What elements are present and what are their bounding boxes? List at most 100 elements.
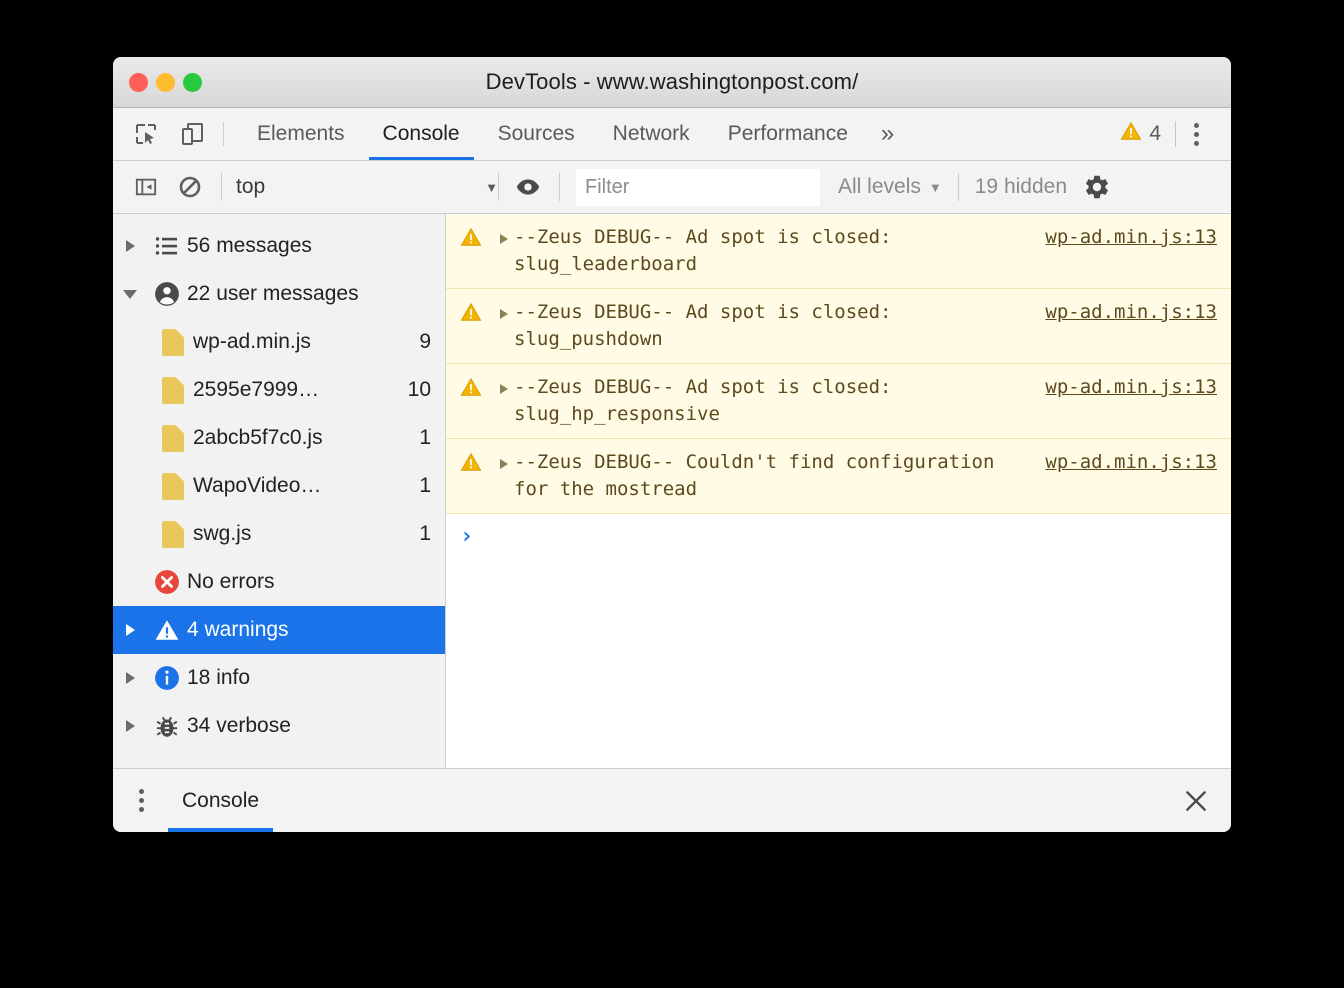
- more-tabs-button[interactable]: »: [867, 108, 908, 160]
- warning-triangle-icon: [147, 617, 187, 643]
- warning-triangle-icon: [460, 374, 494, 403]
- tab-console[interactable]: Console: [364, 108, 479, 160]
- console-sidebar: 56 messages 22 user messages wp-ad.min.j…: [113, 214, 446, 768]
- console-sidebar-toggle-icon[interactable]: [131, 172, 161, 202]
- sidebar-item-file-2abcb5f7c0[interactable]: 2abcb5f7c0.js 1: [113, 414, 445, 462]
- expand-message-icon[interactable]: [494, 224, 514, 244]
- warning-count-badge[interactable]: 4: [1106, 120, 1175, 148]
- disclosure-triangle-icon[interactable]: [113, 720, 147, 732]
- log-level-selector[interactable]: All levels ▼: [838, 175, 942, 199]
- window-controls: [113, 72, 202, 92]
- sidebar-item-count: 1: [419, 522, 431, 545]
- console-message-row[interactable]: --Zeus DEBUG-- Ad spot is closed: slug_l…: [446, 214, 1231, 289]
- settings-gear-icon[interactable]: [1083, 173, 1111, 201]
- chevron-down-icon: ▼: [928, 179, 942, 195]
- window-title: DevTools - www.washingtonpost.com/: [485, 69, 859, 94]
- device-toolbar-icon[interactable]: [177, 119, 207, 149]
- sidebar-item-verbose[interactable]: 34 verbose: [113, 702, 445, 750]
- console-message-row[interactable]: --Zeus DEBUG-- Ad spot is closed: slug_p…: [446, 289, 1231, 364]
- execution-context-selector[interactable]: top ▼: [236, 161, 498, 213]
- expand-message-icon[interactable]: [494, 374, 514, 394]
- sidebar-item-user-messages[interactable]: 22 user messages: [113, 270, 445, 318]
- minimize-window-button[interactable]: [156, 72, 175, 92]
- disclosure-triangle-icon[interactable]: [113, 240, 147, 252]
- drawer-kebab-icon[interactable]: [113, 769, 168, 832]
- close-icon[interactable]: [1161, 769, 1231, 832]
- console-message-source-link[interactable]: wp-ad.min.js:13: [1035, 449, 1231, 476]
- sidebar-item-label: 22 user messages: [187, 282, 359, 305]
- tab-elements[interactable]: Elements: [238, 108, 364, 160]
- sidebar-item-label: 2abcb5f7c0.js: [193, 426, 323, 449]
- sidebar-item-info[interactable]: 18 info: [113, 654, 445, 702]
- disclosure-triangle-icon[interactable]: [113, 289, 147, 299]
- sidebar-item-errors[interactable]: No errors: [113, 558, 445, 606]
- console-messages-list: --Zeus DEBUG-- Ad spot is closed: slug_l…: [446, 214, 1231, 768]
- panel-tabs: Elements Console Sources Network Perform…: [238, 108, 908, 160]
- sidebar-item-label: 18 info: [187, 666, 251, 689]
- inspect-element-icon[interactable]: [131, 119, 161, 149]
- clear-console-icon[interactable]: [175, 172, 205, 202]
- sidebar-item-count: 10: [407, 378, 431, 401]
- sidebar-item-label: No errors: [187, 570, 275, 593]
- file-icon: [153, 376, 193, 404]
- prompt-chevron-icon: ›: [460, 524, 474, 549]
- drawer-tab-console[interactable]: Console: [168, 769, 274, 832]
- expand-message-icon[interactable]: [494, 449, 514, 469]
- console-toolbar: top ▼ All levels ▼ 19 hidden: [113, 161, 1231, 214]
- sidebar-item-file-wapovideo[interactable]: WapoVideo… 1: [113, 462, 445, 510]
- panel-tab-bar: Elements Console Sources Network Perform…: [113, 108, 1231, 161]
- chevron-down-icon: ▼: [485, 179, 498, 195]
- sidebar-item-label: WapoVideo…: [193, 474, 322, 497]
- execution-context-value: top: [236, 175, 266, 198]
- console-message-source-link[interactable]: wp-ad.min.js:13: [1035, 374, 1231, 401]
- console-message-row[interactable]: --Zeus DEBUG-- Ad spot is closed: slug_h…: [446, 364, 1231, 439]
- kebab-menu-icon[interactable]: [1176, 122, 1217, 146]
- bug-icon: [147, 713, 187, 739]
- console-message-source-link[interactable]: wp-ad.min.js:13: [1035, 299, 1231, 326]
- console-body: 56 messages 22 user messages wp-ad.min.j…: [113, 214, 1231, 769]
- file-icon: [153, 520, 193, 548]
- warning-count-value: 4: [1149, 122, 1161, 145]
- file-icon: [153, 472, 193, 500]
- sidebar-item-messages[interactable]: 56 messages: [113, 222, 445, 270]
- toolbar-divider-2: [498, 173, 499, 201]
- sidebar-item-label: 2595e7999…: [193, 378, 320, 401]
- console-message-source-link[interactable]: wp-ad.min.js:13: [1035, 224, 1231, 251]
- sidebar-item-file-swg[interactable]: swg.js 1: [113, 510, 445, 558]
- sidebar-item-count: 9: [419, 330, 431, 353]
- console-prompt[interactable]: ›: [446, 514, 1231, 548]
- tab-network[interactable]: Network: [594, 108, 709, 160]
- warning-triangle-icon: [460, 224, 494, 253]
- console-message-text: --Zeus DEBUG-- Couldn't find configurati…: [514, 451, 1006, 500]
- user-icon: [147, 281, 187, 307]
- sidebar-item-warnings[interactable]: 4 warnings: [113, 606, 445, 654]
- toolbar-divider-4: [957, 173, 959, 201]
- log-level-label: All levels: [838, 175, 921, 198]
- title-bar: DevTools - www.washingtonpost.com/: [113, 57, 1231, 108]
- sidebar-item-file-wp-ad[interactable]: wp-ad.min.js 9: [113, 318, 445, 366]
- tab-bar-divider: [223, 122, 224, 146]
- expand-message-icon[interactable]: [494, 299, 514, 319]
- sidebar-item-label: swg.js: [193, 522, 252, 545]
- info-circle-icon: [147, 665, 187, 691]
- console-message-row[interactable]: --Zeus DEBUG-- Couldn't find configurati…: [446, 439, 1231, 514]
- sidebar-item-label: 4 warnings: [187, 618, 289, 641]
- live-expression-eye-icon[interactable]: [513, 172, 543, 202]
- disclosure-triangle-icon[interactable]: [113, 624, 147, 636]
- toolbar-divider-3: [559, 173, 560, 201]
- sidebar-item-file-2595e7999[interactable]: 2595e7999… 10: [113, 366, 445, 414]
- tab-performance[interactable]: Performance: [709, 108, 867, 160]
- console-message-text: --Zeus DEBUG-- Ad spot is closed: slug_p…: [514, 301, 903, 350]
- console-message-text: --Zeus DEBUG-- Ad spot is closed: slug_h…: [514, 376, 903, 425]
- console-message-text: --Zeus DEBUG-- Ad spot is closed: slug_l…: [514, 226, 903, 275]
- sidebar-item-label: 56 messages: [187, 234, 312, 257]
- disclosure-triangle-icon[interactable]: [113, 672, 147, 684]
- sidebar-item-label: 34 verbose: [187, 714, 291, 737]
- zoom-window-button[interactable]: [183, 72, 202, 92]
- hidden-messages-count[interactable]: 19 hidden: [975, 175, 1067, 199]
- filter-input[interactable]: [576, 168, 820, 206]
- devtools-window: DevTools - www.washingtonpost.com/ Eleme…: [113, 57, 1231, 832]
- tab-sources[interactable]: Sources: [479, 108, 594, 160]
- close-window-button[interactable]: [129, 72, 148, 92]
- toolbar-divider-1: [221, 173, 222, 201]
